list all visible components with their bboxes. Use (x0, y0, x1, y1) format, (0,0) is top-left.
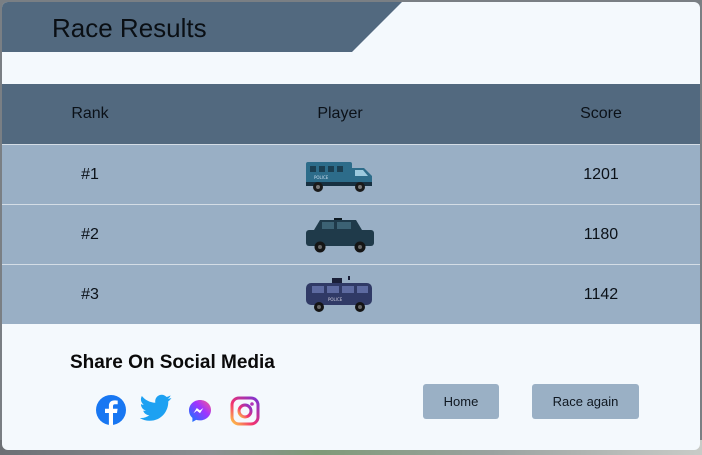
player-cell: POLICE (178, 275, 502, 315)
player-cell (178, 216, 502, 254)
rank-cell: #1 (81, 165, 99, 183)
header-score: Score (580, 105, 622, 122)
table-row: #3 POLICE 1142 (2, 264, 700, 324)
svg-text:POLICE: POLICE (314, 175, 329, 180)
rank-cell: #2 (81, 225, 99, 243)
score-cell: 1142 (583, 285, 619, 303)
police-truck-icon: POLICE (304, 156, 376, 194)
score-cell: 1201 (583, 165, 619, 183)
race-results-modal: Race Results Rank Player Score #1 POLICE… (2, 2, 700, 450)
rank-cell: #3 (81, 285, 99, 303)
player-cell: POLICE (178, 156, 502, 194)
page-title: Race Results (52, 13, 207, 43)
header-rank: Rank (71, 105, 109, 122)
facebook-icon[interactable] (95, 394, 127, 426)
instagram-icon[interactable] (230, 396, 260, 426)
messenger-icon[interactable] (188, 399, 212, 423)
header-player: Player (317, 105, 363, 122)
share-title: Share On Social Media (70, 352, 275, 373)
svg-text:POLICE: POLICE (328, 297, 343, 302)
police-van-icon: POLICE (304, 275, 376, 315)
home-button[interactable]: Home (423, 384, 499, 419)
table-row: #2 1180 (2, 204, 700, 264)
results-table: Rank Player Score #1 POLICE 1201 #2 1180… (2, 84, 700, 324)
table-header: Rank Player Score (2, 84, 700, 144)
score-cell: 1180 (583, 225, 619, 243)
table-row: #1 POLICE 1201 (2, 144, 700, 204)
race-again-button[interactable]: Race again (532, 384, 639, 419)
twitter-icon[interactable] (140, 394, 172, 422)
police-suv-icon (304, 216, 376, 254)
